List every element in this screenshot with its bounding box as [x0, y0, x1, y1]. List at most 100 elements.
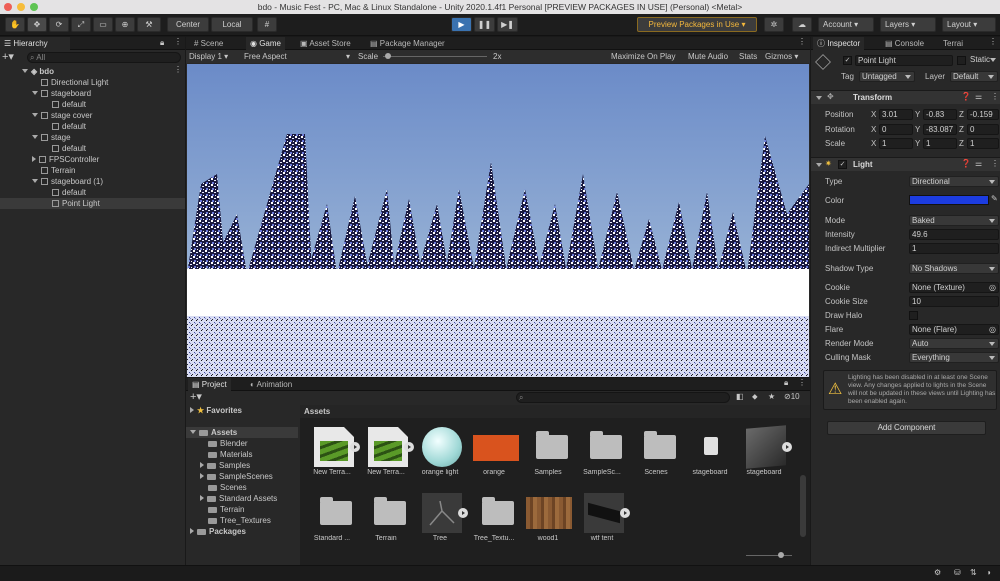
- expand-arrow-icon[interactable]: [816, 163, 822, 167]
- thumbnail-size-handle[interactable]: [778, 552, 784, 558]
- hierarchy-item[interactable]: Terrain: [41, 165, 75, 176]
- bake-progress-icon[interactable]: ⚙: [934, 568, 941, 577]
- asset-item[interactable]: Samples: [522, 427, 574, 491]
- step-button[interactable]: ▶❚: [497, 17, 518, 32]
- transform-header[interactable]: ✥ Transform ❓ ⚌ ⋮: [811, 90, 1000, 104]
- preview-packages-dropdown[interactable]: Preview Packages in Use ▾: [637, 17, 757, 32]
- light-type-dropdown[interactable]: Directional: [909, 176, 999, 187]
- folder-item[interactable]: Samples: [200, 460, 250, 471]
- layout-dropdown[interactable]: Layout ▾: [942, 17, 996, 32]
- thumbnail-size-slider[interactable]: [746, 555, 792, 556]
- scale-tool-icon[interactable]: ⤢: [71, 17, 91, 32]
- tab-asset-store[interactable]: ▣ Asset Store: [296, 37, 355, 50]
- expand-arrow-icon[interactable]: [32, 135, 38, 139]
- expand-arrow-icon[interactable]: [22, 69, 28, 73]
- folder-item[interactable]: Standard Assets: [200, 493, 277, 504]
- rect-tool-icon[interactable]: ▭: [93, 17, 113, 32]
- auto-generate-lighting-icon[interactable]: ◑: [986, 568, 991, 577]
- asset-item[interactable]: wood1: [522, 493, 574, 557]
- cache-server-icon[interactable]: ⛁: [954, 568, 961, 577]
- tab-game[interactable]: ◉ Game: [246, 37, 285, 50]
- expand-asset-icon[interactable]: [620, 508, 630, 518]
- expand-arrow-icon[interactable]: [190, 430, 196, 434]
- mute-audio-toggle[interactable]: Mute Audio: [688, 51, 728, 62]
- scene-menu-icon[interactable]: ⋮: [174, 65, 182, 74]
- asset-item[interactable]: Terrain: [360, 493, 412, 557]
- asset-item[interactable]: stageboard: [684, 427, 736, 491]
- filter-label-icon[interactable]: ⬥: [752, 392, 758, 402]
- hierarchy-item-selected[interactable]: Point Light: [0, 198, 185, 209]
- pause-button[interactable]: ❚❚: [474, 17, 495, 32]
- asset-item[interactable]: orange light: [414, 427, 466, 491]
- game-viewport[interactable]: [187, 64, 809, 377]
- play-button[interactable]: ▶: [451, 17, 472, 32]
- transform-tool-icon[interactable]: ⊕: [115, 17, 135, 32]
- preset-icon[interactable]: ⚌: [975, 159, 982, 168]
- tab-package-manager[interactable]: ▤ Package Manager: [366, 37, 449, 50]
- tab-animation[interactable]: ◐ Animation: [246, 378, 296, 391]
- position-z-field[interactable]: -0.159: [967, 109, 999, 120]
- hierarchy-item[interactable]: stage: [32, 132, 71, 143]
- packages-folder-item[interactable]: Packages: [190, 526, 246, 537]
- asset-item[interactable]: New Terra...: [306, 427, 360, 491]
- account-dropdown[interactable]: Account ▾: [818, 17, 874, 32]
- collapsed-arrow-icon[interactable]: [200, 462, 204, 468]
- hierarchy-item[interactable]: Directional Light: [41, 77, 108, 88]
- expand-asset-icon[interactable]: [404, 442, 414, 452]
- scale-z-field[interactable]: 1: [967, 138, 999, 149]
- expand-arrow-icon[interactable]: [32, 91, 38, 95]
- object-picker-icon[interactable]: ◎: [989, 283, 996, 292]
- tab-hierarchy[interactable]: ☰ Hierarchy: [0, 37, 70, 50]
- scale-x-field[interactable]: 1: [879, 138, 913, 149]
- favorite-star-icon[interactable]: ★: [768, 392, 775, 401]
- scene-root[interactable]: ◈ bdo: [22, 66, 54, 77]
- folder-item[interactable]: Terrain: [208, 504, 244, 515]
- close-window-button[interactable]: [4, 3, 12, 11]
- position-x-field[interactable]: 3.01: [879, 109, 913, 120]
- expand-arrow-icon[interactable]: [32, 179, 38, 183]
- draw-halo-checkbox[interactable]: [909, 311, 918, 320]
- cloud-icon[interactable]: ☁: [792, 17, 812, 32]
- light-enabled-checkbox[interactable]: ✓: [838, 160, 847, 169]
- static-checkbox[interactable]: [957, 56, 966, 65]
- flare-field[interactable]: None (Flare) ◎: [909, 324, 999, 335]
- expand-asset-icon[interactable]: [458, 508, 468, 518]
- intensity-field[interactable]: 49.6: [909, 229, 999, 240]
- asset-item[interactable]: SampleSc...: [576, 427, 628, 491]
- asset-item[interactable]: Standard ...: [306, 493, 358, 557]
- asset-item[interactable]: Tree_Textu...: [468, 493, 520, 557]
- hierarchy-item[interactable]: stage cover: [32, 110, 92, 121]
- collapsed-arrow-icon[interactable]: [200, 473, 204, 479]
- tag-dropdown[interactable]: Untagged: [859, 71, 915, 82]
- expand-asset-icon[interactable]: [782, 442, 792, 452]
- tab-console[interactable]: ▤ Console: [881, 37, 928, 50]
- folder-item[interactable]: Tree_Textures: [208, 515, 271, 526]
- object-picker-icon[interactable]: ◎: [989, 325, 996, 334]
- rotation-x-field[interactable]: 0: [879, 124, 913, 135]
- render-mode-dropdown[interactable]: Auto: [909, 338, 999, 349]
- asset-item[interactable]: Tree: [414, 493, 468, 557]
- help-icon[interactable]: ❓: [961, 159, 971, 168]
- scale-slider[interactable]: [383, 56, 487, 57]
- static-dropdown[interactable]: Static: [968, 55, 999, 66]
- component-menu-icon[interactable]: ⋮: [991, 159, 999, 168]
- asset-item[interactable]: orange: [468, 427, 520, 491]
- object-name-input[interactable]: Point Light: [855, 55, 953, 66]
- minimize-window-button[interactable]: [17, 3, 25, 11]
- layers-dropdown[interactable]: Layers ▾: [880, 17, 936, 32]
- rotation-y-field[interactable]: -83.087: [923, 124, 957, 135]
- tab-inspector[interactable]: ⓘ Inspector: [813, 37, 865, 50]
- collab-status-icon[interactable]: ⇅: [970, 568, 977, 577]
- color-swatch[interactable]: [909, 195, 989, 205]
- asset-item[interactable]: New Terra...: [360, 427, 414, 491]
- assets-folder-item[interactable]: Assets: [186, 427, 298, 438]
- asset-item[interactable]: Scenes: [630, 427, 682, 491]
- folder-item[interactable]: Scenes: [208, 482, 247, 493]
- collapsed-arrow-icon[interactable]: [32, 156, 36, 162]
- project-search-input[interactable]: ⌕: [516, 392, 730, 403]
- hierarchy-item[interactable]: default: [52, 99, 86, 110]
- layer-dropdown[interactable]: Default: [950, 71, 998, 82]
- create-add-button[interactable]: +▾: [2, 52, 24, 63]
- zoom-window-button[interactable]: [30, 3, 38, 11]
- create-asset-button[interactable]: +▾: [190, 391, 202, 403]
